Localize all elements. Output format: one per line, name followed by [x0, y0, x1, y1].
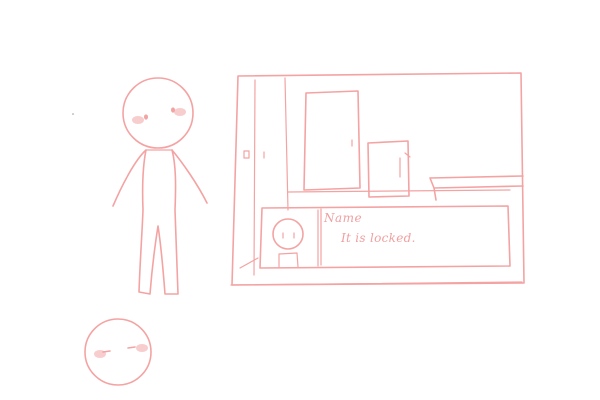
cabinet	[367, 140, 410, 198]
portrait-eyes	[282, 232, 295, 239]
portrait-icon	[272, 218, 304, 268]
portrait-body	[278, 252, 299, 268]
character-head-bottom	[84, 318, 152, 386]
stray-dot	[72, 113, 74, 115]
head-eye-right	[127, 346, 136, 349]
floor-line	[287, 189, 511, 193]
game-canvas: Name It is locked.	[0, 0, 600, 400]
standing-character	[112, 77, 208, 295]
head-eye-left	[102, 350, 111, 353]
character-blush-right	[174, 108, 186, 116]
counter	[429, 175, 524, 201]
game-screen	[230, 72, 525, 286]
speaker-name: Name	[324, 211, 363, 225]
portrait-head	[272, 218, 304, 250]
scene-art	[72, 72, 525, 386]
character-blush-left	[132, 116, 144, 124]
dialog-message: It is locked.	[341, 231, 416, 245]
character-eye-left	[144, 114, 148, 120]
room-left-wall	[239, 77, 289, 276]
wall-switch-icon	[243, 150, 250, 159]
character-body	[112, 149, 208, 295]
screen-frame	[231, 72, 525, 286]
character-eye-right	[171, 107, 175, 113]
head-blush-right	[136, 344, 148, 352]
